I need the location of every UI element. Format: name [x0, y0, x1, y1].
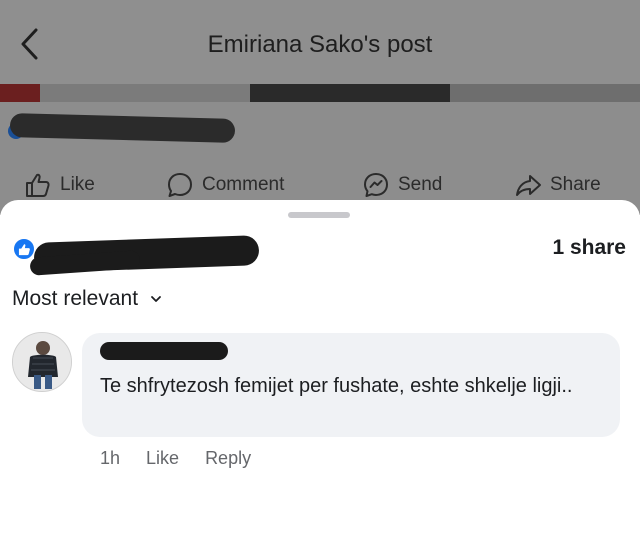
thumbs-up-icon [26, 173, 50, 197]
like-button[interactable]: Like [24, 170, 95, 200]
comment-like-button[interactable]: Like [146, 448, 179, 469]
share-button[interactable]: Share [514, 170, 601, 200]
share-label: Share [550, 174, 601, 195]
top-bar: Emiriana Sako's post [0, 0, 640, 84]
person-photo-icon [13, 333, 71, 391]
redaction-scribble [100, 342, 228, 360]
comment-timestamp: 1h [100, 448, 121, 468]
sheet-drag-handle[interactable] [288, 212, 350, 218]
comment-text: Te shfrytezosh femijet per fushate, esht… [100, 375, 573, 397]
like-label: Like [60, 174, 95, 195]
sort-label: Most relevant [12, 287, 139, 310]
messenger-icon [364, 173, 388, 197]
send-button[interactable]: Send [362, 170, 442, 200]
share-arrow-icon [516, 175, 541, 196]
page-title: Emiriana Sako's post [207, 31, 433, 58]
comment-button[interactable]: Comment [166, 170, 284, 200]
post-image[interactable] [0, 84, 640, 102]
comment-meta: 1h Like Reply [100, 448, 277, 469]
comment-reply-button[interactable]: Reply [205, 448, 251, 469]
sort-dropdown[interactable]: Most relevant [12, 287, 162, 311]
comment-bubble-icon [168, 173, 192, 197]
thumbs-up-icon [18, 243, 30, 255]
post-action-bar: Like Comment Send Share [0, 164, 640, 204]
comment-label: Comment [202, 174, 285, 195]
like-badge-icon [12, 237, 36, 261]
send-label: Send [398, 174, 443, 195]
chevron-down-icon [151, 296, 161, 302]
share-count[interactable]: 1 share [552, 236, 626, 260]
avatar[interactable] [12, 332, 72, 392]
reactions-summary[interactable] [12, 236, 36, 262]
